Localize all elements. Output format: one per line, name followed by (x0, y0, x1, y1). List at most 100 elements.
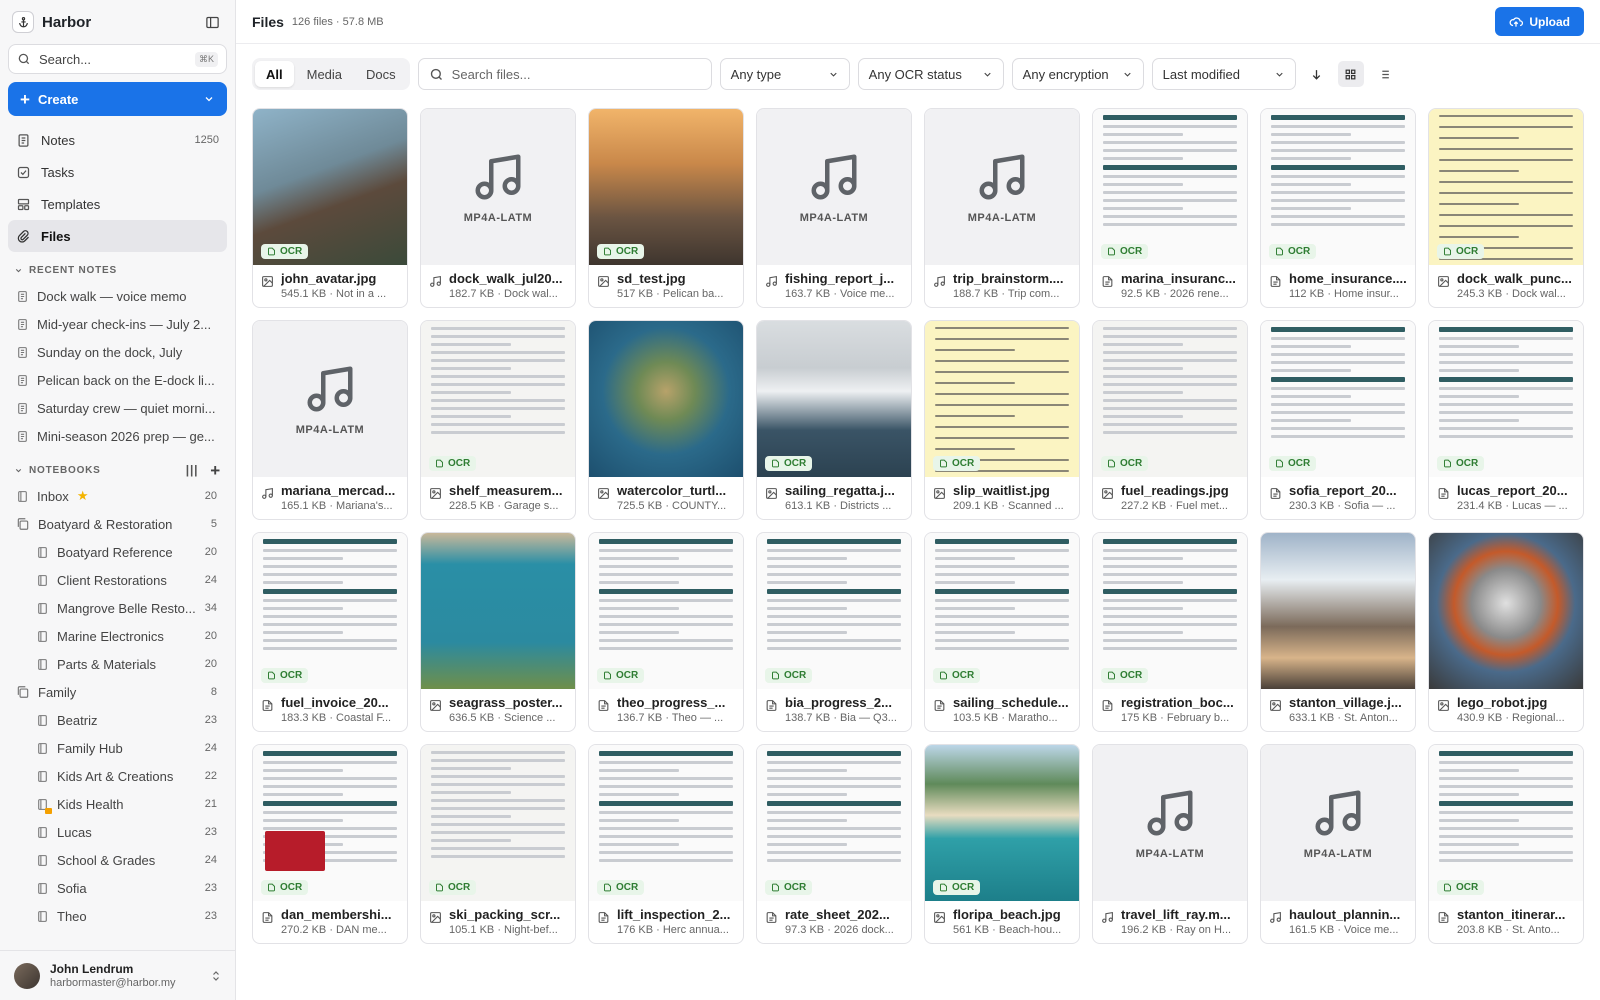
upload-button[interactable]: Upload (1495, 7, 1584, 36)
file-card[interactable]: stanton_village.j... 633.1 KB · St. Anton… (1260, 532, 1416, 732)
sort-dropdown[interactable]: Last modified (1151, 58, 1296, 90)
files-search[interactable] (417, 58, 712, 90)
file-info: floripa_beach.jpg 561 KB · Beach-hou... (925, 901, 1079, 942)
list-view-icon[interactable] (1372, 61, 1398, 87)
notebook-icon (36, 602, 49, 615)
file-card[interactable]: OCR sofia_report_20... 230.3 KB · Sofia — … (1260, 320, 1416, 520)
ocr-label: OCR (784, 882, 807, 893)
file-card[interactable]: OCR lift_inspection_2... 176 KB · Herc ann… (588, 744, 744, 944)
notebook-item[interactable]: Family 8 (0, 678, 235, 706)
file-card[interactable]: OCR home_insurance.... 112 KB · Home insur… (1260, 108, 1416, 308)
sidebar-item-files[interactable]: Files (8, 220, 227, 252)
file-card[interactable]: lego_robot.jpg 430.9 KB · Regional... (1428, 532, 1584, 732)
recent-note-item[interactable]: Mid-year check-ins — July 2... (0, 310, 235, 338)
sidebar-item-tasks[interactable]: Tasks (8, 156, 227, 188)
chevron-updown-icon[interactable] (210, 969, 222, 983)
document-thumbnail (757, 533, 911, 689)
sidebar-item-notes[interactable]: Notes 1250 (8, 124, 227, 156)
file-card[interactable]: seagrass_poster... 636.5 KB · Science ... (420, 532, 576, 732)
encryption-filter-dropdown[interactable]: Any encryption (1011, 58, 1144, 90)
ocr-icon (771, 459, 780, 468)
file-card[interactable]: OCR slip_waitlist.jpg 209.1 KB · Scanned .… (924, 320, 1080, 520)
notebook-item[interactable]: Boatyard & Restoration 5 (0, 510, 235, 538)
grid-view-icon[interactable] (1337, 61, 1364, 87)
file-card[interactable]: OCR sailing_regatta.j... 613.1 KB · Distri… (756, 320, 912, 520)
notebooks-heading[interactable]: NOTEBOOKS ||| + (0, 458, 235, 482)
tab-docs[interactable]: Docs (355, 61, 407, 87)
notebook-item[interactable]: Kids Art & Creations 22 (0, 762, 235, 790)
file-card[interactable]: MP4A-LATM travel_lift_ray.m... 196.2 KB · … (1092, 744, 1248, 944)
sidebar-toggle-icon[interactable] (201, 11, 223, 33)
recent-note-item[interactable]: Dock walk — voice memo (0, 282, 235, 310)
recent-note-item[interactable]: Saturday crew — quiet morni... (0, 394, 235, 422)
file-card[interactable]: OCR sd_test.jpg 517 KB · Pelican ba... (588, 108, 744, 308)
notebook-item[interactable]: Family Hub 24 (0, 734, 235, 762)
tab-all[interactable]: All (255, 61, 294, 87)
sidebar: Harbor Search... ⌘K + Create Notes 1250 Ta… (0, 0, 236, 1000)
recent-note-item[interactable]: Sunday on the dock, July (0, 338, 235, 366)
notebook-item[interactable]: Inbox ★ 20 (0, 482, 235, 510)
file-card[interactable]: OCR dock_walk_punc... 245.3 KB · Dock wal.… (1428, 108, 1584, 308)
user-menu[interactable]: John Lendrum harbormaster@harbor.my (0, 950, 235, 1000)
notebook-item[interactable]: School & Grades 24 (0, 846, 235, 874)
notebook-item[interactable]: Theo 23 (0, 902, 235, 930)
notebook-item[interactable]: Mangrove Belle Resto... 34 (0, 594, 235, 622)
notebook-item[interactable]: Kids Health 21 (0, 790, 235, 818)
file-card[interactable]: OCR rate_sheet_202... 97.3 KB · 2026 dock.… (756, 744, 912, 944)
tab-media[interactable]: Media (296, 61, 353, 87)
file-meta: 176 KB · Herc annua... (617, 924, 729, 936)
type-filter-dropdown[interactable]: Any type (719, 58, 850, 90)
file-card[interactable]: MP4A-LATM haulout_plannin... 161.5 KB · Vo… (1260, 744, 1416, 944)
files-summary: 126 files · 57.8 MB (291, 15, 384, 28)
recent-note-item[interactable]: Mini-season 2026 prep — ge... (0, 422, 235, 450)
notebook-item[interactable]: Beatriz 23 (0, 706, 235, 734)
document-icon (261, 911, 274, 924)
file-card[interactable]: OCR theo_progress_... 136.7 KB · Theo — ..… (588, 532, 744, 732)
file-card[interactable]: OCR fuel_readings.jpg 227.2 KB · Fuel met.… (1092, 320, 1248, 520)
notebook-item[interactable]: Client Restorations 24 (0, 566, 235, 594)
file-card[interactable]: OCR lucas_report_20... 231.4 KB · Lucas — … (1428, 320, 1584, 520)
sidebar-nav: Notes 1250 Tasks Templates Files (0, 124, 235, 252)
file-card[interactable]: OCR stanton_itinerar... 203.8 KB · St. Ant… (1428, 744, 1584, 944)
file-card[interactable]: OCR dan_membershi... 270.2 KB · DAN me... (252, 744, 408, 944)
add-notebook-icon[interactable]: + (210, 462, 221, 479)
file-card[interactable]: MP4A-LATM fishing_report_j... 163.7 KB · V… (756, 108, 912, 308)
notebook-count: 20 (204, 658, 217, 670)
file-card[interactable]: OCR fuel_invoice_20... 183.3 KB · Coastal … (252, 532, 408, 732)
audio-file-icon (1269, 911, 1282, 924)
anchor-icon[interactable] (12, 11, 34, 33)
recent-note-title: Mini-season 2026 prep — ge... (37, 428, 215, 444)
file-card[interactable]: OCR ski_packing_scr... 105.1 KB · Night-be… (420, 744, 576, 944)
files-search-input[interactable] (451, 66, 701, 82)
recent-note-item[interactable]: Pelican back on the E-dock li... (0, 366, 235, 394)
file-name: floripa_beach.jpg (953, 907, 1061, 922)
file-card[interactable]: MP4A-LATM trip_brainstorm.... 188.7 KB · T… (924, 108, 1080, 308)
chevron-down-icon[interactable] (203, 93, 215, 105)
library-icon[interactable]: ||| (186, 463, 198, 477)
notebook-item[interactable]: Sofia 23 (0, 874, 235, 902)
sidebar-item-templates[interactable]: Templates (8, 188, 227, 220)
file-card[interactable]: MP4A-LATM mariana_mercad... 165.1 KB · Mar… (252, 320, 408, 520)
file-card[interactable]: OCR john_avatar.jpg 545.1 KB · Not in a ..… (252, 108, 408, 308)
notebook-item[interactable]: Parts & Materials 20 (0, 650, 235, 678)
file-meta: 97.3 KB · 2026 dock... (785, 924, 894, 936)
ocr-icon (939, 671, 948, 680)
file-card[interactable]: OCR shelf_measurem... 228.5 KB · Garage s.… (420, 320, 576, 520)
file-info: home_insurance.... 112 KB · Home insur... (1261, 265, 1415, 306)
file-card[interactable]: OCR registration_boc... 175 KB · February … (1092, 532, 1248, 732)
ocr-filter-dropdown[interactable]: Any OCR status (857, 58, 1004, 90)
file-card[interactable]: OCR floripa_beach.jpg 561 KB · Beach-hou..… (924, 744, 1080, 944)
file-card[interactable]: OCR marina_insuranc... 92.5 KB · 2026 rene… (1092, 108, 1248, 308)
sort-direction-icon[interactable] (1304, 61, 1330, 87)
notebook-item[interactable]: Marine Electronics 20 (0, 622, 235, 650)
notebook-item[interactable]: Boatyard Reference 20 (0, 538, 235, 566)
notebook-item[interactable]: Lucas 23 (0, 818, 235, 846)
search-icon (18, 53, 30, 65)
file-card[interactable]: OCR sailing_schedule... 103.5 KB · Maratho… (924, 532, 1080, 732)
create-button[interactable]: + Create (8, 82, 227, 116)
file-card[interactable]: OCR bia_progress_2... 138.7 KB · Bia — Q3.… (756, 532, 912, 732)
sidebar-search[interactable]: Search... ⌘K (8, 44, 227, 74)
recent-notes-heading[interactable]: RECENT NOTES (0, 258, 235, 282)
file-card[interactable]: watercolor_turtl... 725.5 KB · COUNTY... (588, 320, 744, 520)
file-card[interactable]: MP4A-LATM dock_walk_jul20... 182.7 KB · Do… (420, 108, 576, 308)
